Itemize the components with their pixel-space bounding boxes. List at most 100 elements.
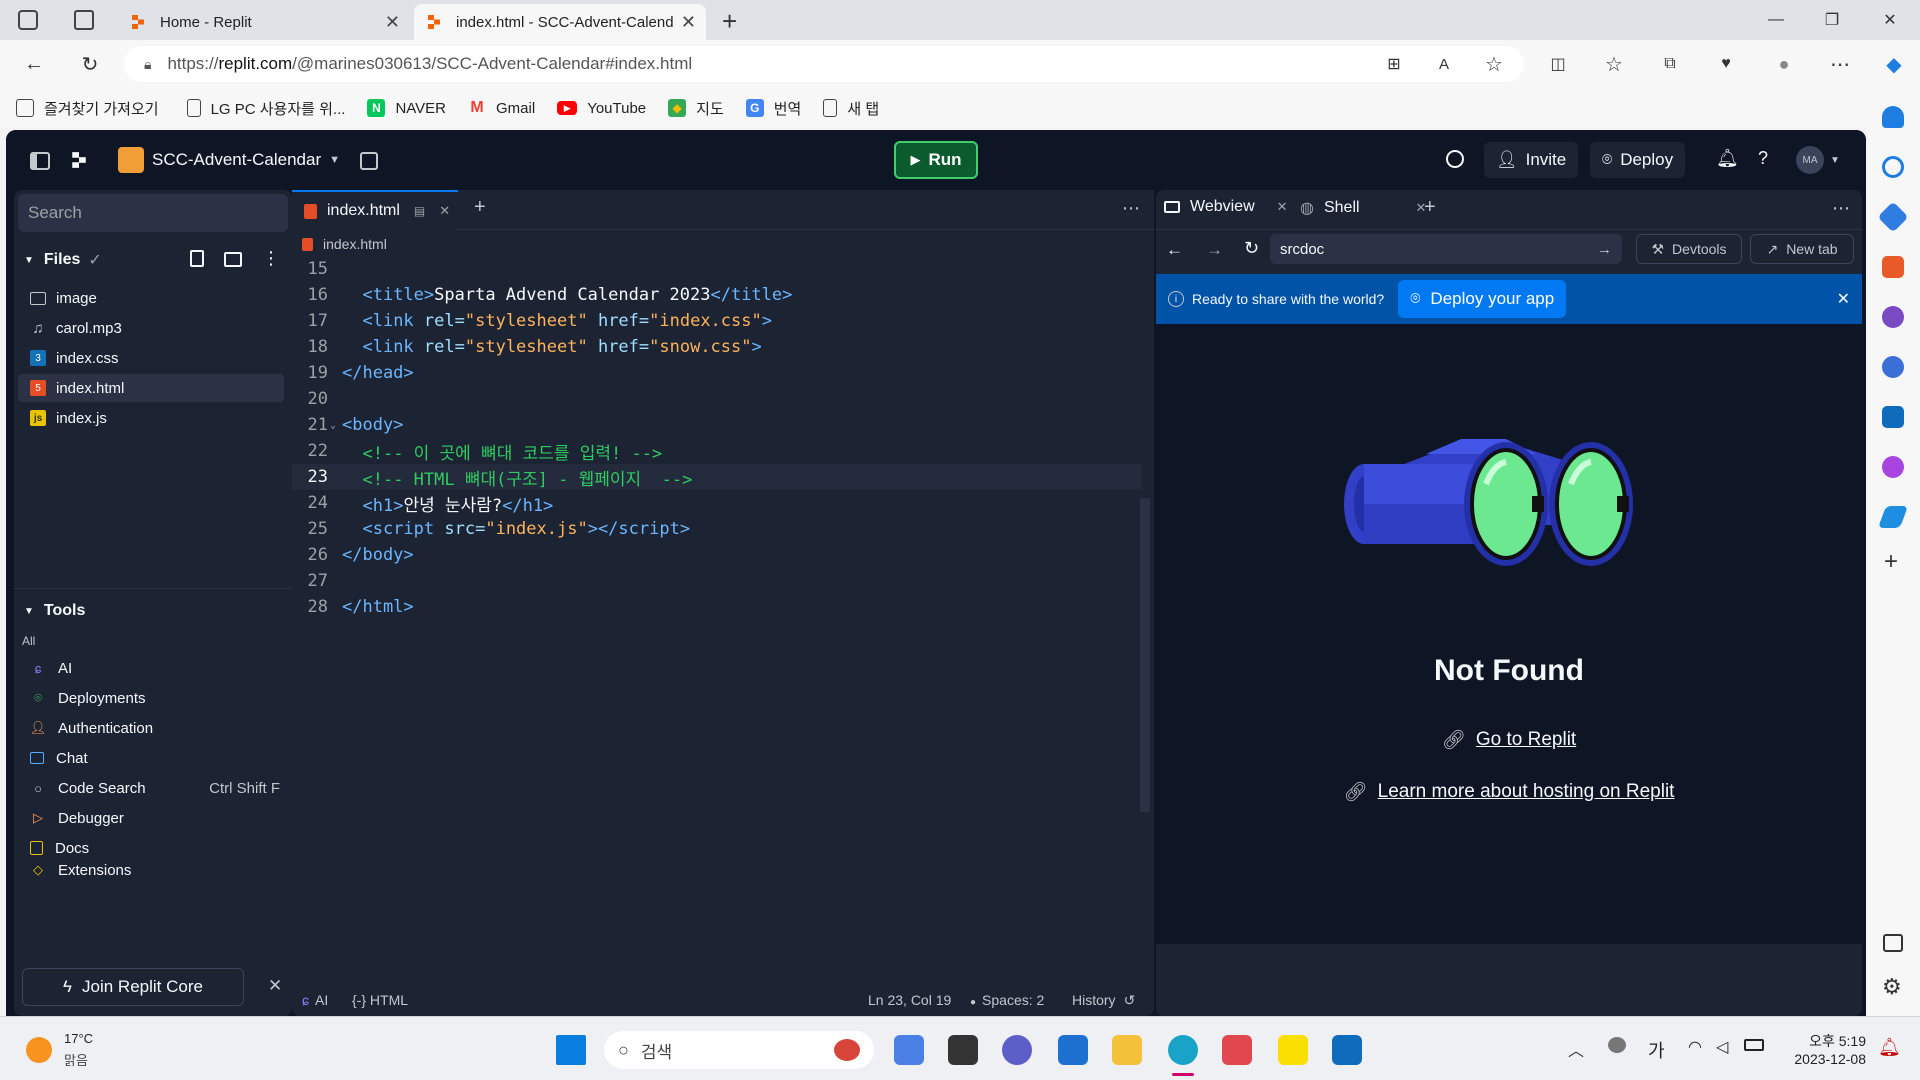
notification-bell-icon[interactable]: 🔔︎ <box>1878 1037 1901 1058</box>
tool-code-search[interactable]: ○ Code Search Ctrl Shift F <box>18 774 284 802</box>
bookmark-naver[interactable]: N NAVER <box>367 99 446 117</box>
deploy-app-button[interactable]: ⌾ Deploy your app <box>1398 280 1567 318</box>
favorites-icon[interactable]: ☆ <box>1600 50 1628 78</box>
more-menu-icon[interactable]: ⋯ <box>1122 198 1140 219</box>
bookmark-import[interactable]: 즐겨찾기 가져오기 <box>16 98 159 119</box>
sidebar-layout-icon[interactable] <box>1883 934 1903 952</box>
new-file-icon[interactable] <box>190 250 204 267</box>
restore-button[interactable]: ❐ <box>1812 6 1852 34</box>
volume-icon[interactable]: ◁ <box>1716 1037 1728 1057</box>
editor-tab-index-html[interactable]: index.html ▤ ✕ <box>292 190 458 230</box>
tool-authentication[interactable]: 👤︎ Authentication <box>18 714 284 742</box>
shopping-icon[interactable] <box>1877 201 1909 233</box>
kakaotalk-icon[interactable] <box>1278 1035 1308 1065</box>
history-button[interactable]: History ↺ <box>1072 992 1135 1009</box>
tool-extensions[interactable]: ◇ Extensions <box>18 862 284 876</box>
close-icon[interactable]: ✕ <box>385 12 400 33</box>
invite-button[interactable]: 👤︎ Invite <box>1484 142 1579 178</box>
tool-chat[interactable]: Chat <box>18 744 284 772</box>
tab-shell[interactable]: ◍ Shell ✕ <box>1300 198 1426 218</box>
file-item-index-js[interactable]: js index.js <box>18 404 284 432</box>
close-window-button[interactable]: ✕ <box>1870 6 1910 34</box>
notification-bell-icon[interactable] <box>1882 106 1904 128</box>
run-button[interactable]: ▶ Run <box>894 141 978 179</box>
more-menu-icon[interactable]: ⋯ <box>1832 198 1850 219</box>
search-icon[interactable] <box>1882 156 1904 178</box>
file-item-index-css[interactable]: 3 index.css <box>18 344 284 372</box>
file-explorer-icon[interactable] <box>1112 1035 1142 1065</box>
sync-app-icon[interactable] <box>1222 1035 1252 1065</box>
extension-icon[interactable]: ♥ <box>1712 50 1740 78</box>
file-item-carol[interactable]: ♫ carol.mp3 <box>18 314 284 342</box>
toggle-sidebar-icon[interactable] <box>30 152 50 170</box>
tray-network-status-icon[interactable] <box>1608 1037 1626 1053</box>
copilot-pre-icon[interactable] <box>894 1035 924 1065</box>
outlook-icon[interactable] <box>1882 406 1904 428</box>
join-core-button[interactable]: ϟ Join Replit Core <box>22 968 244 1006</box>
copilot-icon[interactable]: ◆ <box>1880 50 1908 78</box>
workspaces-icon[interactable] <box>18 10 38 30</box>
repl-info-icon[interactable] <box>360 152 378 170</box>
read-aloud-icon[interactable]: A <box>1430 50 1458 78</box>
cursor-position[interactable]: Ln 23, Col 19 <box>868 992 951 1008</box>
add-tab-icon[interactable]: + <box>1424 196 1436 219</box>
back-button[interactable]: ← <box>20 50 48 78</box>
help-icon[interactable]: ? <box>1758 148 1768 169</box>
weather-desc[interactable]: 맑음 <box>64 1050 88 1069</box>
bookmark-gmail[interactable]: M Gmail <box>468 99 535 117</box>
close-icon[interactable]: ✕ <box>439 203 450 219</box>
games-icon[interactable] <box>1882 306 1904 328</box>
weather-sun-icon[interactable] <box>26 1037 52 1063</box>
profile-icon[interactable]: ● <box>1770 50 1798 78</box>
replit-logo-icon[interactable] <box>70 150 88 170</box>
refresh-icon[interactable]: ↻ <box>1244 238 1259 259</box>
add-sidebar-icon[interactable]: + <box>1884 548 1898 576</box>
mail-icon[interactable] <box>1058 1035 1088 1065</box>
webview-address-input[interactable]: srcdoc → <box>1270 234 1622 264</box>
more-menu-icon[interactable]: ⋯ <box>1826 50 1854 78</box>
user-avatar[interactable]: MA ▼ <box>1796 146 1840 174</box>
file-item-index-html[interactable]: 5 index.html <box>18 374 284 402</box>
indent-status[interactable]: ● Spaces: 2 <box>970 992 1044 1008</box>
reload-button[interactable]: ↻ <box>76 50 104 78</box>
code-area[interactable]: 15 16 <title>Sparta Advend Calendar 2023… <box>292 256 1154 956</box>
language-status[interactable]: {-} HTML <box>352 992 408 1008</box>
tab-webview[interactable]: Webview ✕ <box>1164 198 1288 216</box>
file-item-image[interactable]: image <box>18 284 284 312</box>
deploy-button[interactable]: ⌾ Deploy <box>1590 142 1686 178</box>
breadcrumb[interactable]: index.html <box>302 236 387 252</box>
close-icon[interactable]: ✕ <box>1277 199 1288 215</box>
address-bar[interactable]: 🔒︎ https://replit.com/@marines030613/SCC… <box>124 46 1524 82</box>
go-arrow-icon[interactable]: → <box>1597 241 1612 258</box>
tool-deployments[interactable]: ⌾ Deployments <box>18 684 284 712</box>
bookmark-newtab[interactable]: 새 탭 <box>823 98 879 119</box>
editor-scrollbar[interactable] <box>1140 498 1150 812</box>
ai-status[interactable]: ɕ AI <box>302 992 328 1008</box>
collections-icon[interactable]: ⧉ <box>1656 50 1684 78</box>
drop-icon[interactable] <box>1877 506 1909 528</box>
browser-tab-home[interactable]: Home - Replit ✕ <box>118 4 410 40</box>
outlook-new-icon[interactable] <box>1332 1035 1362 1065</box>
learn-hosting-link[interactable]: 🔗︎ Learn more about hosting on Replit <box>1156 780 1862 804</box>
clock-time[interactable]: 오후 5:19 <box>1786 1031 1866 1051</box>
tab-actions-icon[interactable] <box>74 10 94 30</box>
clock-date[interactable]: 2023-12-08 <box>1786 1051 1866 1067</box>
close-icon[interactable]: ✕ <box>1837 289 1850 309</box>
split-screen-icon[interactable]: ◫ <box>1544 50 1572 78</box>
tool-debugger[interactable]: ▷ Debugger <box>18 804 284 832</box>
microsoft365-icon[interactable] <box>1882 356 1904 378</box>
tool-ai[interactable]: ɕ AI <box>18 654 284 682</box>
forward-icon[interactable]: → <box>1206 240 1223 260</box>
bookmark-translate[interactable]: G 번역 <box>745 98 801 119</box>
minimize-button[interactable]: — <box>1756 6 1796 34</box>
go-to-replit-link[interactable]: 🔗︎ Go to Replit <box>1156 728 1862 752</box>
kebab-menu-icon[interactable]: ⋮ <box>262 248 280 269</box>
browser-tab-editor[interactable]: index.html - SCC-Advent-Calend ✕ <box>414 4 706 40</box>
devtools-button[interactable]: ⚒ Devtools <box>1636 234 1742 264</box>
app-available-icon[interactable]: ⊞ <box>1380 50 1408 78</box>
favorite-star-icon[interactable]: ☆ <box>1480 50 1508 78</box>
tray-chevron-up-icon[interactable]: ︿ <box>1568 1037 1584 1061</box>
search-icon[interactable] <box>1446 150 1464 168</box>
panel-divider[interactable] <box>14 588 292 589</box>
wifi-icon[interactable]: ◠ <box>1688 1037 1702 1057</box>
